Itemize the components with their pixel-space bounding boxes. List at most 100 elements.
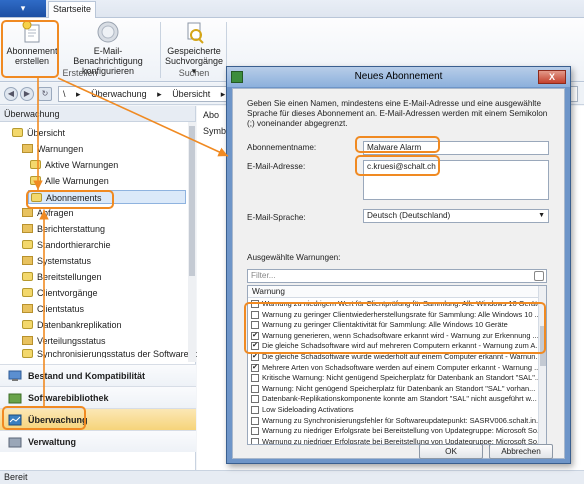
cancel-button[interactable]: Abbrechen <box>489 444 553 459</box>
name-label: Abonnementname: <box>247 143 317 152</box>
folder-icon <box>22 224 33 233</box>
language-select[interactable]: Deutsch (Deutschland) ▼ <box>363 209 549 223</box>
folder-icon <box>22 208 33 217</box>
language-label: E-Mail-Sprache: <box>247 213 306 222</box>
tree-item-client-status[interactable]: Clientstatus <box>22 302 84 316</box>
subscription-name-field[interactable]: Malware Alarm <box>363 141 549 155</box>
alert-text: Die gleiche Schadsoftware wird auf mehre… <box>262 341 538 351</box>
tree-item-overview[interactable]: Übersicht <box>12 126 65 140</box>
new-subscription-icon <box>22 20 40 43</box>
dialog-app-icon <box>231 71 243 83</box>
close-button[interactable]: X <box>538 70 566 84</box>
tree-item-reporting[interactable]: Berichterstattung <box>22 222 105 236</box>
workspace-label: Überwachung <box>28 415 88 425</box>
alert-text: Warnung: Nicht genügend Speicherplatz fü… <box>262 383 536 393</box>
configure-email-label-1: E-Mail-Benachrichtigung <box>73 46 143 66</box>
tree-item-subscriptions[interactable]: Abonnements <box>28 190 186 204</box>
folder-icon <box>22 144 33 153</box>
alert-checkbox[interactable] <box>251 437 259 444</box>
scrollbar-thumb[interactable] <box>189 126 195 276</box>
column-header-warnung[interactable]: Warnung <box>248 286 538 298</box>
alert-row[interactable]: ✔ Die gleiche Schadsoftware wird auf mehr… <box>248 341 538 351</box>
back-arrow-icon[interactable]: ◀ <box>4 87 18 101</box>
tree-item-alerts[interactable]: Warnungen <box>22 142 83 156</box>
alert-checkbox[interactable] <box>251 395 259 404</box>
workspace-administration[interactable]: Verwaltung <box>0 430 196 452</box>
client-ops-icon <box>22 288 33 297</box>
overview-icon <box>12 128 23 137</box>
alert-row[interactable]: Low Sideloading Activations <box>248 405 538 415</box>
alert-row[interactable]: Warnung zu niedrigem Wert für Clientprüf… <box>248 299 538 309</box>
alerts-scrollbar[interactable] <box>538 286 546 444</box>
alert-checkbox[interactable] <box>251 374 259 383</box>
pane-title: Überwachung <box>0 106 195 122</box>
tree-label: Standorthierarchie <box>37 240 111 250</box>
email-address-field[interactable]: c.kruesi@schalt.ch <box>363 160 549 200</box>
workspace-assets[interactable]: Bestand und Kompatibilität <box>0 364 196 386</box>
tree-item-system-status[interactable]: Systemstatus <box>22 254 91 268</box>
tree-item-all-alerts[interactable]: Alle Warnungen <box>30 174 109 188</box>
alert-checkbox[interactable]: ✔ <box>251 342 259 351</box>
create-subscription-button[interactable]: Abonnement erstellen <box>4 20 60 66</box>
alert-row[interactable]: Warnung zu niedriger Erfolgsrate bei Ber… <box>248 426 538 436</box>
workspace-monitoring[interactable]: Überwachung <box>0 408 196 430</box>
tree-label: Clientstatus <box>37 304 85 314</box>
breadcrumb-sep: ▸ <box>157 89 162 99</box>
tree-item-active-alerts[interactable]: Aktive Warnungen <box>30 158 118 172</box>
alert-text: Die gleiche Schadsoftware wurde wiederho… <box>262 352 538 361</box>
dialog-title: Neues Abonnement <box>354 71 443 82</box>
alert-row[interactable]: Warnung zu Synchronisierungsfehler für S… <box>248 416 538 426</box>
workspace-label: Softwarebibliothek <box>28 393 109 403</box>
alerts-list[interactable]: Warnung Warnung zu niedrigem Wert für Cl… <box>247 285 547 445</box>
hierarchy-icon <box>22 240 33 249</box>
alert-checkbox[interactable] <box>251 384 259 393</box>
breadcrumb-monitoring[interactable]: Überwachung <box>91 89 147 99</box>
tab-startseite[interactable]: Startseite <box>48 1 96 18</box>
tree-item-deployments[interactable]: Bereitstellungen <box>22 270 102 284</box>
alert-checkbox[interactable] <box>251 416 259 425</box>
alert-checkbox[interactable] <box>251 321 259 330</box>
file-menu-tab[interactable]: ▾ <box>0 0 46 17</box>
tree-item-client-operations[interactable]: Clientvorgänge <box>22 286 98 300</box>
tree-item-queries[interactable]: Abfragen <box>22 206 74 220</box>
alert-row[interactable]: Warnung zu geringer Clientaktivität für … <box>248 320 538 330</box>
alert-checkbox[interactable] <box>251 310 259 319</box>
breadcrumb-root[interactable]: \ <box>63 89 66 99</box>
tree-scrollbar[interactable] <box>188 122 196 362</box>
alert-checkbox[interactable]: ✔ <box>251 331 259 340</box>
alert-checkbox[interactable]: ✔ <box>251 363 259 372</box>
tree-item-db-replication[interactable]: Datenbankreplikation <box>22 318 122 332</box>
breadcrumb-overview[interactable]: Übersicht <box>172 89 210 99</box>
tree-label: Clientvorgänge <box>37 288 98 298</box>
alert-text: Warnung zu geringer Clientwiederherstell… <box>262 309 538 319</box>
workspace-label: Verwaltung <box>28 437 77 447</box>
alert-checkbox[interactable]: ✔ <box>251 353 259 361</box>
alert-row[interactable]: ✔ Die gleiche Schadsoftware wurde wiederh… <box>248 352 538 362</box>
tree-label: Datenbankreplikation <box>37 320 122 330</box>
breadcrumb-sep: ▸ <box>220 89 226 99</box>
tree-item-site-hierarchy[interactable]: Standorthierarchie <box>22 238 111 252</box>
alert-row[interactable]: ✔ Mehrere Arten von Schadsoftware werden … <box>248 363 538 373</box>
chevron-down-icon: ▼ <box>538 212 545 219</box>
alert-checkbox[interactable] <box>251 427 259 436</box>
alert-row[interactable]: Datenbank-Replikationskomponente konnte … <box>248 394 538 404</box>
scrollbar-thumb[interactable] <box>540 326 546 366</box>
forward-arrow-icon[interactable]: ▶ <box>20 87 34 101</box>
tree-item-update-sync[interactable]: Synchronisierungsstatus der Softwareupda <box>22 349 209 358</box>
workspace-software-library[interactable]: Softwarebibliothek <box>0 386 196 408</box>
assets-icon <box>8 370 22 381</box>
alert-row[interactable]: Kritische Warnung: Nicht genügend Speich… <box>248 373 538 383</box>
filter-input[interactable]: Filter... <box>247 269 547 283</box>
alert-checkbox[interactable] <box>251 300 259 308</box>
alert-checkbox[interactable] <box>251 406 259 414</box>
dialog-title-bar[interactable]: Neues Abonnement X <box>227 67 570 87</box>
alert-row[interactable]: Warnung zu geringer Clientwiederherstell… <box>248 310 538 320</box>
tree-label: Warnungen <box>37 144 84 154</box>
refresh-icon[interactable]: ↻ <box>38 87 52 101</box>
library-icon <box>8 393 22 404</box>
ok-button[interactable]: OK <box>419 444 483 459</box>
alert-text: Warnung zu niedriger Erfolgsrate bei Ber… <box>262 426 538 436</box>
alert-row[interactable]: ✔ Warnung generieren, wenn Schadsoftware … <box>248 331 538 341</box>
alert-row[interactable]: Warnung: Nicht genügend Speicherplatz fü… <box>248 384 538 394</box>
tree-item-distribution-status[interactable]: Verteilungsstatus <box>22 334 106 348</box>
